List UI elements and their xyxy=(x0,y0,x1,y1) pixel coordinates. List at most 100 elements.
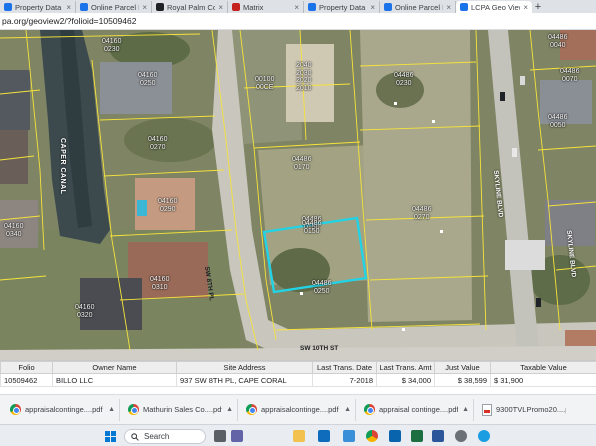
download-item[interactable]: 9300TVLPromo20....pdf xyxy=(478,399,570,421)
edge-icon[interactable] xyxy=(478,430,490,442)
taskbar: Search xyxy=(0,424,596,446)
parcel-label: 04486 0230 xyxy=(394,72,414,87)
col-header-taxable-value[interactable]: Taxable Value xyxy=(490,361,596,374)
tab-property-data-search-1[interactable]: Property Data Sea × xyxy=(0,1,76,13)
chevron-up-icon[interactable]: ▲ xyxy=(226,406,233,413)
tab-royal-palm-coast[interactable]: Royal Palm Coast × xyxy=(152,1,228,13)
excel-icon[interactable] xyxy=(411,430,423,442)
tab-close-icon[interactable]: × xyxy=(523,3,528,12)
sw-10th-st-label: SW 10TH ST xyxy=(300,345,339,352)
col-header-folio[interactable]: Folio xyxy=(0,361,53,374)
chrome-pdf-icon xyxy=(246,404,257,415)
search-label: Search xyxy=(144,432,170,441)
tab-label: Matrix xyxy=(243,2,264,12)
download-file-name: 9300TVLPromo20....pdf xyxy=(496,405,566,414)
download-file-name: appraisalcontinge....pdf xyxy=(25,405,103,414)
cell-last-trans-date: 7-2018 xyxy=(312,373,377,387)
tab-label: Online Parcel Inqu xyxy=(395,2,443,12)
download-item[interactable]: appraisalcontinge....pdf ▲ xyxy=(6,398,120,421)
parcel-label: 04486 0170 xyxy=(292,156,312,171)
download-file-name: appraisal continge....pdf xyxy=(379,405,459,414)
parcel-info-table: Folio Owner Name Site Address Last Trans… xyxy=(0,360,596,390)
tab-favicon-icon xyxy=(4,3,12,11)
cell-taxable-value: $ 31,900 xyxy=(490,373,596,387)
parcel-label: 04486 0250 xyxy=(312,280,332,295)
tab-close-icon[interactable]: × xyxy=(218,3,223,12)
col-header-owner-name[interactable]: Owner Name xyxy=(52,361,177,374)
tab-lcpa-geo-view[interactable]: LCPA Geo View × xyxy=(456,1,532,13)
download-item[interactable]: appraisal continge....pdf ▲ xyxy=(360,398,474,421)
tab-label: Royal Palm Coast xyxy=(167,2,215,12)
taskbar-search-box[interactable]: Search xyxy=(124,429,206,444)
address-bar[interactable]: pa.org/geoview2/?folioid=10509462 xyxy=(0,13,596,30)
col-header-site-address[interactable]: Site Address xyxy=(176,361,313,374)
parcel-label: 04160 0250 xyxy=(138,72,158,87)
parcel-label: 04160 0270 xyxy=(148,136,168,151)
parcel-label: 04486 0050 xyxy=(548,114,568,129)
tab-close-icon[interactable]: × xyxy=(66,3,71,12)
tab-favicon-icon xyxy=(232,3,240,11)
tab-label: LCPA Geo View xyxy=(471,2,521,12)
pdf-file-icon xyxy=(482,403,492,416)
chevron-up-icon[interactable]: ▲ xyxy=(108,406,115,413)
selected-parcel-label: 04486 0150 xyxy=(302,220,322,235)
outlook-icon[interactable] xyxy=(389,430,401,442)
download-file-name: Mathurin Sales Co....pdf xyxy=(143,405,223,414)
download-item[interactable]: appraisalcontinge....pdf ▲ xyxy=(242,398,356,421)
chevron-up-icon[interactable]: ▲ xyxy=(344,406,351,413)
tab-strip: Property Data Sea × Online Parcel Inqu ×… xyxy=(0,0,596,13)
tab-online-parcel-inquiry-1[interactable]: Online Parcel Inqu × xyxy=(76,1,152,13)
tab-online-parcel-inquiry-2[interactable]: Online Parcel Inqu × xyxy=(380,1,456,13)
tab-close-icon[interactable]: × xyxy=(370,3,375,12)
parcel-label: 2040 2030 2020 2010 xyxy=(296,62,312,92)
word-icon[interactable] xyxy=(432,430,444,442)
teams-icon[interactable] xyxy=(231,430,243,442)
tab-favicon-icon xyxy=(80,3,88,11)
col-header-last-trans-amt[interactable]: Last Trans. Amt xyxy=(376,361,435,374)
col-header-just-value[interactable]: Just Value xyxy=(434,361,491,374)
parcel-label: 04486 0040 xyxy=(548,34,568,49)
cell-just-value: $ 38,599 xyxy=(434,373,491,387)
chrome-taskbar-icon[interactable] xyxy=(366,430,378,442)
parcel-label: 04160 0230 xyxy=(102,38,122,53)
chrome-pdf-icon xyxy=(10,404,21,415)
tab-close-icon[interactable]: × xyxy=(294,3,299,12)
caper-canal-label: CAPER CANAL xyxy=(59,138,66,195)
calendar-icon[interactable] xyxy=(343,430,355,442)
chrome-pdf-icon xyxy=(364,404,375,415)
col-header-last-trans-date[interactable]: Last Trans. Date xyxy=(312,361,377,374)
tab-favicon-icon xyxy=(308,3,316,11)
cell-last-trans-amt: $ 34,000 xyxy=(376,373,435,387)
tab-label: Online Parcel Inqu xyxy=(91,2,139,12)
cell-owner-name: BILLO LLC xyxy=(52,373,177,387)
cell-folio: 10509462 xyxy=(0,373,53,387)
downloads-shelf: appraisalcontinge....pdf ▲ Mathurin Sale… xyxy=(0,394,596,424)
settings-icon[interactable] xyxy=(455,430,467,442)
tab-label: Property Data Sea xyxy=(15,2,63,12)
task-view-icon[interactable] xyxy=(214,430,226,442)
tab-favicon-icon xyxy=(384,3,392,11)
search-icon xyxy=(131,432,139,441)
tab-close-icon[interactable]: × xyxy=(446,3,451,12)
parcel-label: 04160 0340 xyxy=(4,223,24,238)
new-tab-button[interactable]: + xyxy=(532,1,544,13)
tab-favicon-icon xyxy=(156,3,164,11)
parcel-label: 04160 0320 xyxy=(75,304,95,319)
parcel-label: 00100 00CE xyxy=(255,76,275,91)
table-row[interactable]: 10509462 BILLO LLC 937 SW 8TH PL, CAPE C… xyxy=(0,373,596,387)
tab-close-icon[interactable]: × xyxy=(142,3,147,12)
parcel-map[interactable]: CAPER CANAL SW 8TH PL SW 10TH ST SKYLINE… xyxy=(0,30,596,360)
tab-property-data-search-2[interactable]: Property Data Sea × xyxy=(304,1,380,13)
cell-site-address: 937 SW 8TH PL, CAPE CORAL xyxy=(176,373,313,387)
download-file-name: appraisalcontinge....pdf xyxy=(261,405,339,414)
file-explorer-icon[interactable] xyxy=(293,430,305,442)
parcel-label: 04486 0070 xyxy=(560,68,580,83)
chevron-up-icon[interactable]: ▲ xyxy=(462,406,469,413)
mail-icon[interactable] xyxy=(318,430,330,442)
tab-matrix[interactable]: Matrix × xyxy=(228,1,304,13)
parcel-label: 04160 0310 xyxy=(150,276,170,291)
chrome-pdf-icon xyxy=(128,404,139,415)
download-item[interactable]: Mathurin Sales Co....pdf ▲ xyxy=(124,398,238,421)
url-text[interactable]: pa.org/geoview2/?folioid=10509462 xyxy=(2,16,136,26)
windows-start-icon[interactable] xyxy=(105,431,116,442)
